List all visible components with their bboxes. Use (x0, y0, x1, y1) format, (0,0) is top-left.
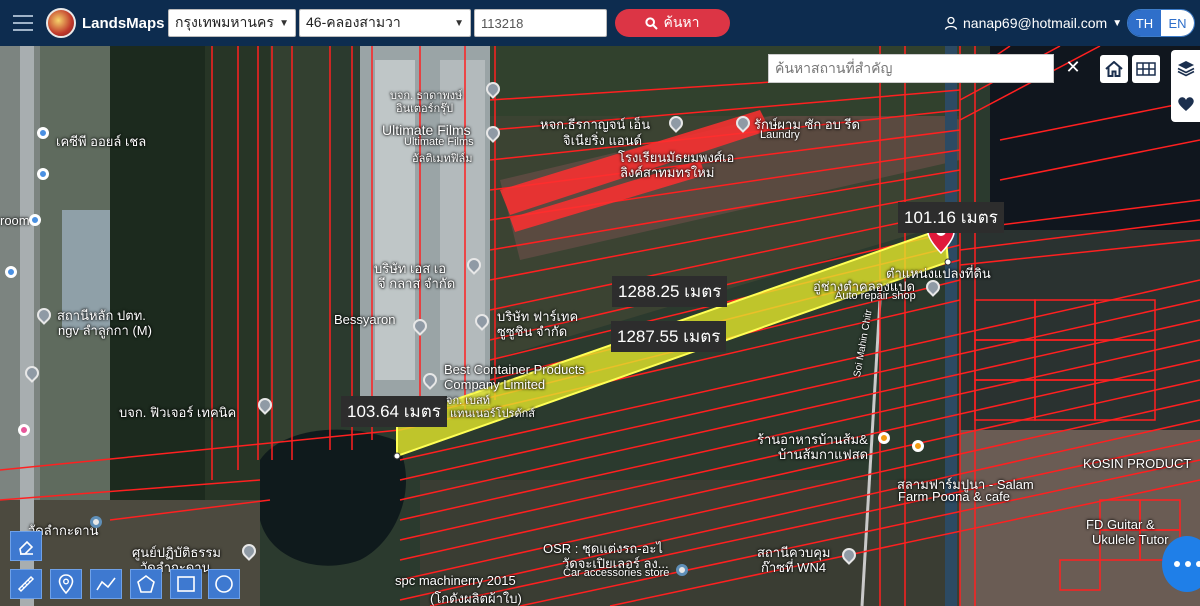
shop-icon[interactable] (5, 266, 17, 278)
district-select[interactable]: 46-คลองสามวา ▼ (299, 9, 471, 37)
map-label: อินเตอร์กรุ๊ป (396, 103, 454, 115)
search-icon (645, 16, 659, 30)
search-button-label: ค้นหา (663, 14, 700, 30)
map-label: อัลติเมทฟิล์ม (412, 153, 473, 165)
brand-name: LandsMaps (82, 14, 165, 32)
layers-button[interactable] (1171, 50, 1200, 86)
eraser-tool[interactable] (10, 531, 42, 561)
map-label: แทนเนอร์โปรดักส์ (450, 408, 535, 420)
map-label: เคซีพี ออยล์ เชล (56, 134, 147, 149)
gas-station-icon[interactable] (37, 127, 49, 139)
province-select-value: กรุงเทพมหานคร (175, 14, 274, 30)
circle-icon (215, 575, 233, 593)
map-label: ซูซูชิน จำกัด (497, 324, 568, 339)
map-label: บ้านส้มกาแฟสด (778, 447, 869, 462)
ruler-tool[interactable] (10, 569, 42, 599)
map-label: Best Container Products (444, 362, 585, 377)
rectangle-tool[interactable] (170, 569, 202, 599)
lang-en-button[interactable]: EN (1161, 10, 1194, 36)
map-label: FD Guitar & (1086, 517, 1155, 532)
cafe-icon[interactable] (912, 440, 924, 452)
layers-icon (1177, 61, 1194, 77)
polygon-tool[interactable] (130, 569, 162, 599)
chat-dot (1174, 561, 1180, 567)
restaurant-icon[interactable] (878, 432, 890, 444)
district-select-value: 46-คลองสามวา (306, 14, 401, 30)
eraser-icon (19, 540, 34, 555)
map-label: Farm Poona & cafe (898, 489, 1010, 504)
pin-icon (58, 574, 74, 594)
dimension-north-edge: 1288.25 เมตร (612, 276, 728, 307)
polyline-tool[interactable] (90, 569, 122, 599)
home-icon (1105, 61, 1123, 77)
rectangle-icon (177, 576, 195, 592)
map-label: ตำแหน่งแปลงที่ดิน (886, 266, 991, 281)
map-label: (โกดังผลิตผ้าใบ) (430, 591, 522, 606)
map-label: ngv ลำลูกกา (M) (58, 323, 152, 338)
hamburger-menu-icon[interactable] (0, 0, 46, 46)
map-label: Car accessories store (563, 567, 670, 579)
shop-icon[interactable] (37, 168, 49, 180)
dimension-south-edge: 1287.55 เมตร (611, 321, 727, 352)
map-canvas[interactable]: 101.16 เมตร 1288.25 เมตร 1287.55 เมตร 10… (0, 46, 1200, 606)
poi-pin-icon[interactable] (90, 516, 102, 528)
polygon-icon (137, 575, 155, 593)
chevron-down-icon: ▼ (1112, 17, 1123, 29)
landsmaps-logo (46, 8, 76, 38)
chat-dot (1196, 561, 1200, 567)
user-email: nanap69@hotmail.com (963, 15, 1108, 31)
place-search-input[interactable]: ค้นหาสถานที่สำคัญ (768, 54, 1054, 83)
heart-icon (1177, 97, 1194, 111)
polyline-icon (96, 577, 116, 591)
map-label: spc machinerry 2015 (395, 573, 516, 588)
marker-tool[interactable] (50, 569, 82, 599)
dimension-west-edge: 103.64 เมตร (341, 396, 447, 427)
parcel-number-input[interactable]: 113218 (474, 9, 607, 37)
map-label: room (0, 213, 30, 228)
map-label: Bessyaron (334, 312, 396, 327)
map-label: Ukulele Tutor (1092, 532, 1169, 547)
home-button[interactable] (1100, 55, 1128, 83)
shop-icon[interactable] (29, 214, 41, 226)
top-bar: LandsMaps กรุงเทพมหานคร ▼ 46-คลองสามวา ▼… (0, 0, 1200, 46)
province-select[interactable]: กรุงเทพมหานคร ▼ (168, 9, 296, 37)
grid-icon (1136, 62, 1156, 76)
close-icon[interactable]: ✕ (1062, 56, 1084, 78)
hospital-icon[interactable] (18, 424, 30, 436)
grid-button[interactable] (1132, 55, 1160, 83)
circle-tool[interactable] (208, 569, 240, 599)
map-label: KOSIN PRODUCT (1083, 456, 1192, 471)
user-menu[interactable]: nanap69@hotmail.com ▼ (944, 0, 1122, 46)
chat-dot (1185, 561, 1191, 567)
language-toggle: TH EN (1127, 9, 1195, 37)
map-label: จี กลาส จำกัด (378, 276, 456, 291)
map-label: ลิงค์สาทมทรใหม่ (620, 165, 715, 180)
user-icon (944, 16, 958, 30)
search-button[interactable]: ค้นหา (615, 9, 730, 37)
map-label: Auto repair shop (835, 290, 916, 302)
map-label: Laundry (760, 129, 800, 141)
favorite-button[interactable] (1171, 86, 1200, 122)
map-label: Ultimate Films (404, 136, 474, 148)
dimension-top-edge: 101.16 เมตร (898, 202, 1004, 233)
map-label: Company Limited (444, 377, 546, 392)
map-label: ก๊าซที่ WN4 (761, 560, 827, 575)
map-label: บจก. ฟิวเจอร์ เทคนิค (119, 405, 237, 420)
chevron-down-icon: ▼ (279, 17, 289, 29)
poi-pin-icon[interactable] (676, 564, 688, 576)
chevron-down-icon: ▼ (454, 17, 464, 29)
ruler-icon (17, 575, 35, 593)
lang-th-button[interactable]: TH (1128, 10, 1161, 36)
